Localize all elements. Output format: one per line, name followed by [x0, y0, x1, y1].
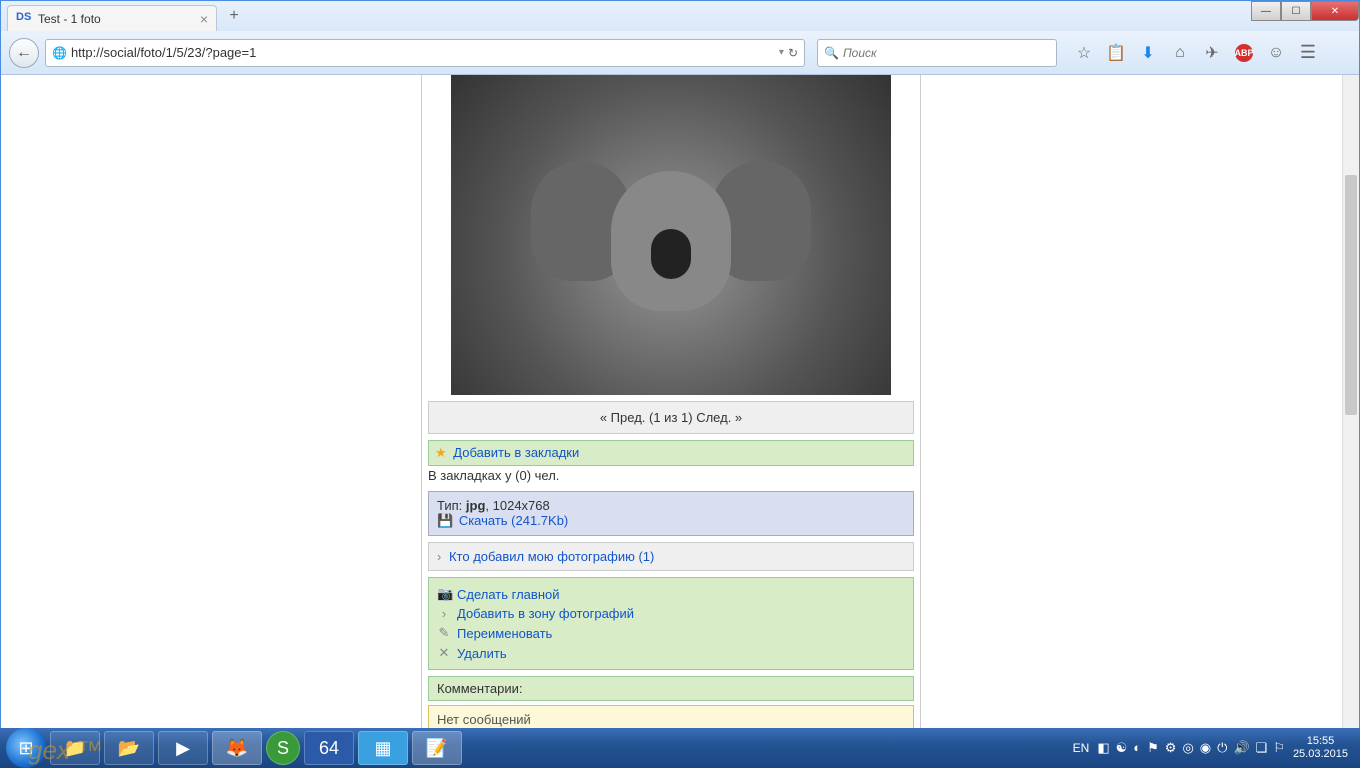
globe-icon: 🌐: [52, 46, 67, 60]
browser-window: DS Test - 1 foto × + — ☐ ✕ ← 🌐 ▾ ↻ 🔍 ☆ 📋…: [0, 0, 1360, 768]
face-icon[interactable]: ☺: [1267, 44, 1285, 62]
download-link[interactable]: Скачать (241.7Kb): [459, 513, 568, 528]
maximize-button[interactable]: ☐: [1281, 1, 1311, 21]
bookmark-star-icon[interactable]: ☆: [1075, 44, 1093, 62]
delete-link[interactable]: Удалить: [457, 646, 507, 661]
clock[interactable]: 15:55 25.03.2015: [1293, 735, 1348, 761]
bookmarks-bar: ★ Добавить в закладки: [428, 440, 914, 466]
titlebar: DS Test - 1 foto × + — ☐ ✕: [1, 1, 1359, 31]
send-icon[interactable]: ✈: [1203, 44, 1221, 62]
new-tab-button[interactable]: +: [223, 7, 245, 27]
tray-icon[interactable]: ⚑: [1147, 740, 1159, 756]
tray-icons: ◧ ☯ ◐ ⚑ ⚙ ◎ ◉ ⏻ 🔊 ❏ ⚐: [1097, 740, 1285, 756]
file-type-label: Тип:: [437, 498, 466, 513]
clock-date: 25.03.2015: [1293, 748, 1348, 761]
make-main-link[interactable]: Сделать главной: [457, 587, 560, 602]
search-bar[interactable]: 🔍: [817, 39, 1057, 67]
bookmarked-count: В закладках у (0) чел.: [422, 466, 920, 485]
scrollbar-thumb[interactable]: [1345, 175, 1357, 415]
window-controls: — ☐ ✕: [1251, 1, 1359, 21]
taskbar-app-notepad[interactable]: 📝: [412, 731, 462, 765]
photo-image[interactable]: [451, 75, 891, 395]
adblock-icon[interactable]: ABP: [1235, 44, 1253, 62]
who-added-bar: › Кто добавил мою фотографию (1): [428, 542, 914, 571]
add-bookmark-link[interactable]: Добавить в закладки: [453, 445, 579, 460]
page-content: « Пред. (1 из 1) След. » ★ Добавить в за…: [421, 75, 921, 734]
home-icon[interactable]: ⌂: [1171, 44, 1189, 62]
tab-title: Test - 1 foto: [38, 12, 196, 26]
chevron-right-icon: ›: [437, 549, 441, 564]
taskbar-app-maxthon[interactable]: ▦: [358, 731, 408, 765]
tray-icon[interactable]: ◐: [1133, 740, 1141, 756]
taskbar-app-folder[interactable]: 📂: [104, 731, 154, 765]
language-indicator[interactable]: EN: [1073, 741, 1090, 755]
url-dropdown-icon[interactable]: ▾: [779, 47, 784, 58]
tray-icon[interactable]: 🔊: [1233, 740, 1249, 756]
tray-icon[interactable]: ☯: [1116, 740, 1128, 756]
file-info-box: Тип: jpg, 1024x768 💾 Скачать (241.7Kb): [428, 491, 914, 536]
file-type-line: Тип: jpg, 1024x768: [437, 498, 905, 513]
file-dimensions: , 1024x768: [485, 498, 549, 513]
taskbar-app-s[interactable]: S: [266, 731, 300, 765]
photo-container: [422, 75, 920, 395]
menu-icon[interactable]: ☰: [1299, 44, 1317, 62]
taskbar-app-explorer[interactable]: 📁: [50, 731, 100, 765]
delete-icon: ✕: [437, 645, 451, 661]
tray-icon[interactable]: ⚙: [1165, 740, 1177, 756]
minimize-button[interactable]: —: [1251, 1, 1281, 21]
navigation-bar: ← 🌐 ▾ ↻ 🔍 ☆ 📋 ⬇ ⌂ ✈ ABP ☺ ☰: [1, 31, 1359, 75]
taskbar-app-firefox[interactable]: 🦊: [212, 731, 262, 765]
taskbar-app-64[interactable]: 64: [304, 731, 354, 765]
browser-tab[interactable]: DS Test - 1 foto ×: [7, 5, 217, 31]
start-button[interactable]: ⊞: [6, 728, 46, 768]
vertical-scrollbar[interactable]: [1342, 75, 1359, 767]
content-area: « Пред. (1 из 1) След. » ★ Добавить в за…: [1, 75, 1359, 767]
url-input[interactable]: [71, 45, 779, 60]
system-tray: EN ◧ ☯ ◐ ⚑ ⚙ ◎ ◉ ⏻ 🔊 ❏ ⚐ 15:55 25.03.201…: [1073, 735, 1354, 761]
actions-box: 📷 Сделать главной › Добавить в зону фотогр…: [428, 577, 914, 670]
tray-icon[interactable]: ◉: [1200, 740, 1211, 756]
tray-icon[interactable]: ⏻: [1217, 740, 1227, 756]
pencil-icon: ✎: [437, 625, 451, 641]
disk-icon: 💾: [437, 513, 453, 528]
add-zone-link[interactable]: Добавить в зону фотографий: [457, 606, 634, 621]
favicon-icon: DS: [16, 11, 32, 27]
url-bar[interactable]: 🌐 ▾ ↻: [45, 39, 805, 67]
tray-icon[interactable]: ⚐: [1273, 740, 1285, 756]
clock-time: 15:55: [1293, 735, 1348, 748]
search-input[interactable]: [843, 46, 1050, 60]
search-icon: 🔍: [824, 46, 839, 60]
camera-icon: 📷: [437, 586, 451, 602]
taskbar-apps: 📁 📂 ▶ 🦊 S 64 ▦ 📝: [50, 731, 462, 765]
star-icon: ★: [435, 445, 447, 460]
rename-link[interactable]: Переименовать: [457, 626, 552, 641]
chevron-right-icon: ›: [437, 606, 451, 621]
clipboard-icon[interactable]: 📋: [1107, 44, 1125, 62]
back-button[interactable]: ←: [9, 38, 39, 68]
pagination-bar[interactable]: « Пред. (1 из 1) След. »: [428, 401, 914, 434]
tray-icon[interactable]: ◎: [1182, 740, 1193, 756]
taskbar-app-media[interactable]: ▶: [158, 731, 208, 765]
tray-icon[interactable]: ❏: [1256, 740, 1268, 756]
close-tab-icon[interactable]: ×: [200, 11, 208, 27]
who-added-link[interactable]: Кто добавил мою фотографию (1): [449, 549, 654, 564]
reload-icon[interactable]: ↻: [788, 46, 798, 60]
tray-icon[interactable]: ◧: [1097, 740, 1109, 756]
comments-header: Комментарии:: [428, 676, 914, 701]
file-type-value: jpg: [466, 498, 486, 513]
downloads-icon[interactable]: ⬇: [1139, 44, 1157, 62]
taskbar: ⊞ 📁 📂 ▶ 🦊 S 64 ▦ 📝 EN ◧ ☯ ◐ ⚑ ⚙ ◎ ◉ ⏻ 🔊 …: [0, 728, 1360, 768]
toolbar-icons: ☆ 📋 ⬇ ⌂ ✈ ABP ☺ ☰: [1075, 44, 1317, 62]
close-window-button[interactable]: ✕: [1311, 1, 1359, 21]
